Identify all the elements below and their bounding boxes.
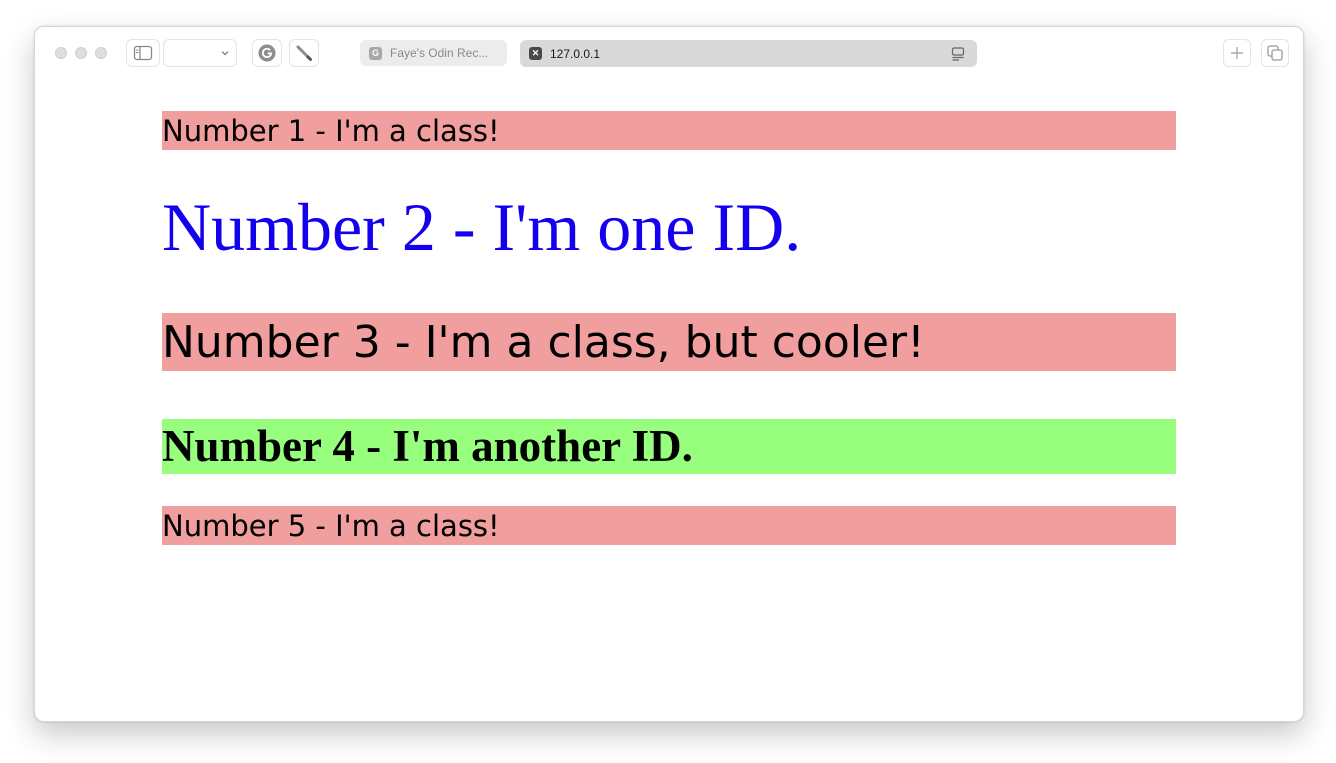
tab-group-dropdown[interactable] bbox=[163, 39, 237, 67]
grammarly-extension-button[interactable] bbox=[252, 39, 282, 67]
sidebar-toggle-button[interactable] bbox=[126, 39, 160, 67]
id-paragraph-2: Number 2 - I'm one ID. bbox=[162, 189, 802, 265]
class-paragraph-5: Number 5 - I'm a class! bbox=[162, 506, 1176, 545]
plus-icon bbox=[1231, 47, 1243, 59]
cooler-class-paragraph-3: Number 3 - I'm a class, but cooler! bbox=[162, 313, 1176, 371]
zoom-window-button[interactable] bbox=[95, 47, 107, 59]
id-paragraph-4: Number 4 - I'm another ID. bbox=[162, 419, 1176, 474]
g-favicon-icon: G bbox=[369, 46, 382, 60]
pencil-icon bbox=[296, 45, 312, 61]
chevron-down-icon bbox=[221, 51, 229, 56]
tab-title: Faye's Odin Rec... bbox=[390, 46, 489, 60]
minimize-window-button[interactable] bbox=[75, 47, 87, 59]
class-paragraph-1: Number 1 - I'm a class! bbox=[162, 111, 1176, 150]
browser-window: G Faye's Odin Rec... ✕ 127.0.0.1 Number … bbox=[34, 26, 1304, 722]
browser-toolbar: G Faye's Odin Rec... ✕ 127.0.0.1 bbox=[35, 27, 1303, 79]
address-bar-text[interactable]: 127.0.0.1 bbox=[550, 47, 600, 61]
page-content: Number 1 - I'm a class! Number 2 - I'm o… bbox=[35, 79, 1303, 721]
close-tab-icon[interactable]: ✕ bbox=[529, 47, 542, 60]
sidebar-toggle-icon bbox=[133, 45, 153, 61]
tab-overview-button[interactable] bbox=[1261, 39, 1289, 67]
grammarly-icon bbox=[258, 44, 276, 62]
tab-localhost[interactable]: ✕ 127.0.0.1 bbox=[520, 40, 977, 67]
pencil-extension-button[interactable] bbox=[289, 39, 319, 67]
tab-faye-odin[interactable]: G Faye's Odin Rec... bbox=[360, 40, 507, 66]
reader-view-icon[interactable] bbox=[950, 46, 966, 62]
new-tab-button[interactable] bbox=[1223, 39, 1251, 67]
tab-overview-icon bbox=[1267, 45, 1283, 61]
close-window-button[interactable] bbox=[55, 47, 67, 59]
